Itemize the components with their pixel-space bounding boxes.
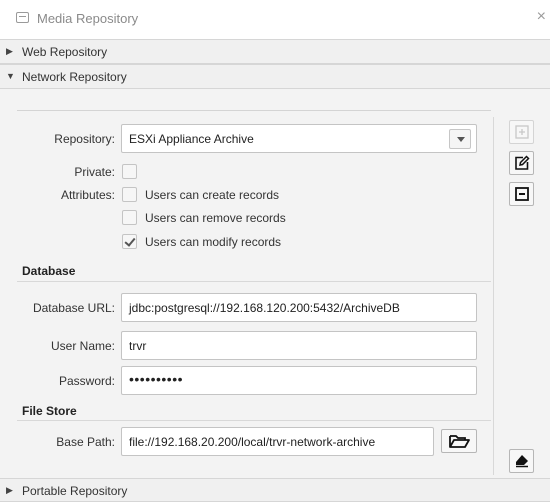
accordion-label: Portable Repository xyxy=(22,484,128,498)
divider xyxy=(17,420,491,421)
window-title: Media Repository xyxy=(37,11,139,26)
accordion-network-repository[interactable]: ▼ Network Repository xyxy=(0,64,550,89)
chevron-down-icon[interactable] xyxy=(449,129,471,149)
modify-records-checkbox[interactable] xyxy=(122,234,137,249)
divider xyxy=(17,110,491,111)
repository-label: Repository: xyxy=(54,132,115,146)
accordion-label: Web Repository xyxy=(22,45,108,59)
add-icon xyxy=(515,125,529,139)
user-name-value: trvr xyxy=(129,339,147,353)
database-section-title: Database xyxy=(22,264,76,278)
close-icon[interactable]: × xyxy=(537,9,546,25)
title-bar: Media Repository × xyxy=(0,0,550,40)
remove-records-checkbox[interactable] xyxy=(122,210,137,225)
clear-button[interactable] xyxy=(509,449,534,473)
password-label: Password: xyxy=(58,374,115,388)
browse-button[interactable] xyxy=(441,429,477,453)
private-label: Private: xyxy=(74,165,115,179)
expand-arrow-icon: ▶ xyxy=(6,46,13,56)
edit-icon xyxy=(515,155,530,170)
attributes-label: Attributes: xyxy=(60,188,115,202)
add-button[interactable] xyxy=(509,120,534,144)
edit-button[interactable] xyxy=(509,151,534,175)
create-records-checkbox[interactable] xyxy=(122,187,137,202)
database-url-value: jdbc:postgresql://192.168.120.200:5432/A… xyxy=(129,301,400,315)
accordion-label: Network Repository xyxy=(22,70,127,84)
accordion-web-repository[interactable]: ▶ Web Repository xyxy=(0,39,550,64)
base-path-value: file://192.168.20.200/local/trvr-network… xyxy=(129,435,376,449)
file-store-section-title: File Store xyxy=(22,404,77,418)
expand-arrow-icon: ▶ xyxy=(6,485,13,495)
divider xyxy=(17,281,491,282)
private-checkbox[interactable] xyxy=(122,164,137,179)
user-name-field[interactable]: trvr xyxy=(121,331,477,360)
remove-records-label: Users can remove records xyxy=(145,211,286,225)
divider xyxy=(493,117,494,475)
folder-open-icon xyxy=(449,435,470,448)
base-path-label: Base Path: xyxy=(56,435,115,449)
database-url-label: Database URL: xyxy=(32,301,115,315)
accordion-portable-repository[interactable]: ▶ Portable Repository xyxy=(0,478,550,502)
create-records-label: Users can create records xyxy=(145,188,280,202)
repository-value: ESXi Appliance Archive xyxy=(129,132,254,146)
remove-icon xyxy=(515,187,529,201)
user-name-label: User Name: xyxy=(50,339,115,353)
password-value: •••••••••• xyxy=(129,371,184,387)
collapse-arrow-icon: ▼ xyxy=(6,71,15,81)
eraser-icon xyxy=(516,455,528,468)
modify-records-label: Users can modify records xyxy=(145,235,282,249)
repository-combo[interactable]: ESXi Appliance Archive xyxy=(121,124,477,153)
base-path-field[interactable]: file://192.168.20.200/local/trvr-network… xyxy=(121,427,434,456)
window-icon xyxy=(16,12,29,23)
remove-button[interactable] xyxy=(509,182,534,206)
password-field[interactable]: •••••••••• xyxy=(121,366,477,395)
database-url-field[interactable]: jdbc:postgresql://192.168.120.200:5432/A… xyxy=(121,293,477,322)
